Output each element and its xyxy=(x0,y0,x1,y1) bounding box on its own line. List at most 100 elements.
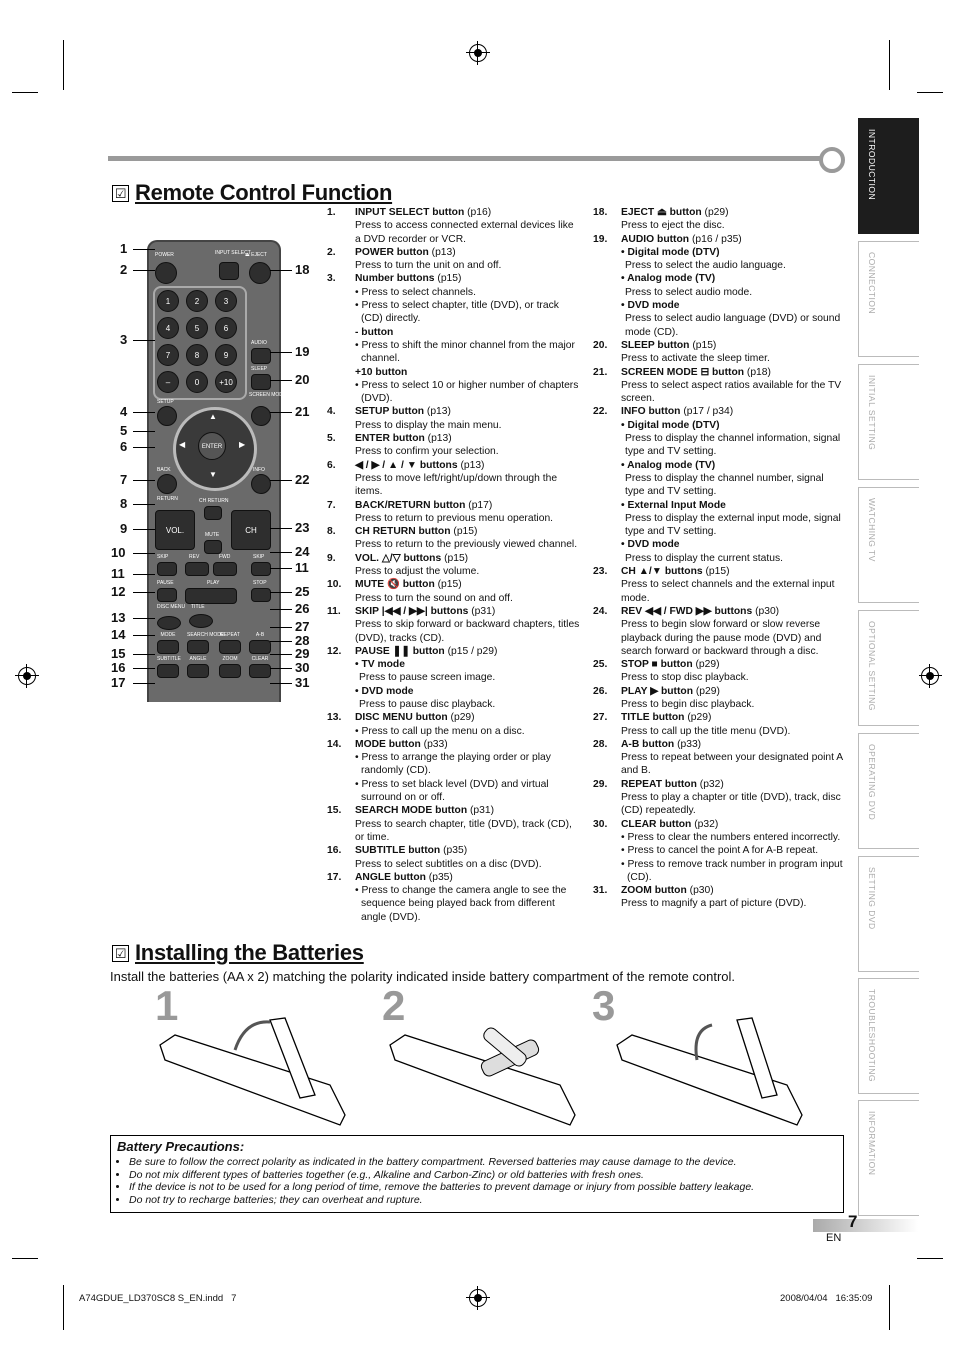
function-description: Press to call up the title menu (DVD). xyxy=(621,725,791,737)
function-description: Press to eject the disc. xyxy=(621,220,725,232)
button-name: EJECT ⏏ button xyxy=(621,207,702,218)
rev-button[interactable] xyxy=(185,562,209,576)
number-key[interactable]: 3 xyxy=(215,290,237,312)
chapter-tab[interactable]: SETTING DVD xyxy=(858,856,919,972)
mode-button[interactable] xyxy=(157,640,179,654)
number-key[interactable]: 6 xyxy=(215,317,237,339)
left-arrow-icon[interactable]: ◀ xyxy=(179,440,185,449)
clear-button[interactable] xyxy=(249,664,271,678)
vol-button[interactable]: VOL. xyxy=(155,510,195,550)
function-item: 18. EJECT ⏏ button (p29) Press to eject th… xyxy=(593,206,843,233)
function-heading: CH ▲/▼ buttons (p15) xyxy=(621,565,843,578)
number-key[interactable]: 9 xyxy=(215,344,237,366)
skip-forward-button[interactable] xyxy=(251,562,271,576)
stop-button[interactable] xyxy=(251,588,271,602)
enter-button[interactable]: ENTER xyxy=(198,432,226,460)
callout-line xyxy=(270,352,292,353)
chapter-tab[interactable]: WATCHING TV xyxy=(858,487,919,603)
back-return-button[interactable] xyxy=(157,474,177,494)
eject-button[interactable] xyxy=(249,262,271,284)
slug-timestamp: 2008/04/04 16:35:09 xyxy=(780,1293,873,1304)
zoom-button[interactable] xyxy=(219,664,241,678)
number-key[interactable]: 1 xyxy=(157,290,179,312)
chapter-tab-label: CONNECTION xyxy=(867,252,877,315)
button-name: MUTE 🔇 button xyxy=(355,579,435,591)
function-heading: CH RETURN button (p15) xyxy=(355,525,580,538)
callout-line xyxy=(133,431,155,432)
chapter-tab[interactable]: INTRODUCTION xyxy=(858,118,919,234)
number-key[interactable]: – xyxy=(157,371,179,393)
ch-button[interactable]: CH xyxy=(231,510,271,550)
function-item: 8. CH RETURN button (p15) Press to return … xyxy=(327,525,580,552)
function-heading: SUBTITLE button (p35) xyxy=(355,844,580,857)
ab-label: A-B xyxy=(255,632,265,638)
callout-line xyxy=(270,380,292,381)
number-key[interactable]: 7 xyxy=(157,344,179,366)
function-heading: CLEAR button (p32) xyxy=(621,818,843,831)
chapter-tab[interactable]: OPERATING DVD xyxy=(858,733,919,849)
function-heading: SEARCH MODE button (p31) xyxy=(355,804,580,817)
function-item: 4. SETUP button (p13) Press to display the… xyxy=(327,405,580,432)
function-subheading: • External Input Mode xyxy=(621,499,726,511)
function-heading: DISC MENU button (p29) xyxy=(355,711,580,724)
down-arrow-icon[interactable]: ▼ xyxy=(209,470,217,479)
sleep-button[interactable] xyxy=(251,374,271,390)
power-button[interactable] xyxy=(155,262,177,284)
mute-button[interactable] xyxy=(204,540,222,554)
ch-return-button[interactable] xyxy=(204,506,222,520)
ab-button[interactable] xyxy=(249,640,271,654)
number-key[interactable]: 5 xyxy=(186,317,208,339)
audio-button[interactable] xyxy=(251,348,271,364)
callout-number: 1 xyxy=(120,241,128,256)
function-number: 1. xyxy=(327,207,336,218)
back-label: BACK xyxy=(157,467,171,473)
number-key[interactable]: 2 xyxy=(186,290,208,312)
function-subheading: • DVD mode xyxy=(621,300,680,312)
input-select-button[interactable] xyxy=(219,262,239,280)
up-arrow-icon[interactable]: ▲ xyxy=(209,412,217,421)
search-mode-button[interactable] xyxy=(187,640,209,654)
info-button[interactable] xyxy=(251,474,271,494)
function-description: • Press to select 10 or higher number of… xyxy=(355,379,580,406)
right-arrow-icon[interactable]: ▶ xyxy=(239,440,245,449)
chapter-tab[interactable]: CONNECTION xyxy=(858,241,919,357)
skip-back-button[interactable] xyxy=(157,562,177,576)
screen-mode-button[interactable] xyxy=(251,406,271,426)
function-heading: ANGLE button (p35) xyxy=(355,871,580,884)
precautions-title: Battery Precautions: xyxy=(117,1139,245,1154)
input-select-label: INPUT SELECT xyxy=(215,250,251,256)
play-button[interactable] xyxy=(185,588,237,604)
repeat-button[interactable] xyxy=(219,640,241,654)
title-button[interactable] xyxy=(189,614,213,628)
pause-button[interactable] xyxy=(157,588,177,602)
function-item: 12. PAUSE ❚❚ button (p15 / p29) • TV mode P… xyxy=(327,645,580,711)
chapter-tab[interactable]: INITIAL SETTING xyxy=(858,364,919,480)
number-key[interactable]: +10 xyxy=(215,371,237,393)
page-reference: (p15) xyxy=(437,579,462,591)
callout-line xyxy=(133,574,155,575)
number-key[interactable]: 8 xyxy=(186,344,208,366)
function-description: Press to begin disc playback. xyxy=(621,698,755,710)
precaution-item: If the device is not to be used for a lo… xyxy=(129,1181,837,1194)
button-name: MODE button xyxy=(355,738,421,750)
slug-filename: A74GDUE_LD370SC8 S_EN.indd 7 xyxy=(79,1293,237,1304)
function-description: Press to move left/right/up/down through… xyxy=(355,472,558,498)
crop-mark xyxy=(12,1258,38,1259)
page-reference: (p13) xyxy=(426,406,451,418)
setup-button[interactable] xyxy=(157,406,177,426)
angle-button[interactable] xyxy=(187,664,209,678)
button-name: A-B button xyxy=(621,738,675,750)
number-key[interactable]: 4 xyxy=(157,317,179,339)
fwd-button[interactable] xyxy=(213,562,237,576)
chapter-tab[interactable]: OPTIONAL SETTING xyxy=(858,610,919,726)
disc-menu-button[interactable] xyxy=(157,616,181,630)
function-number: 4. xyxy=(327,406,336,418)
chapter-tab[interactable]: TROUBLESHOOTING xyxy=(858,978,919,1094)
callout-line xyxy=(270,654,292,655)
chapter-tab[interactable]: INFORMATION xyxy=(858,1100,919,1216)
function-number: 18. xyxy=(593,207,608,218)
crop-mark xyxy=(917,1258,943,1259)
function-item: 21. SCREEN MODE ⊟ button (p18) Press to se… xyxy=(593,366,843,406)
subtitle-button[interactable] xyxy=(157,664,179,678)
number-key[interactable]: 0 xyxy=(186,371,208,393)
